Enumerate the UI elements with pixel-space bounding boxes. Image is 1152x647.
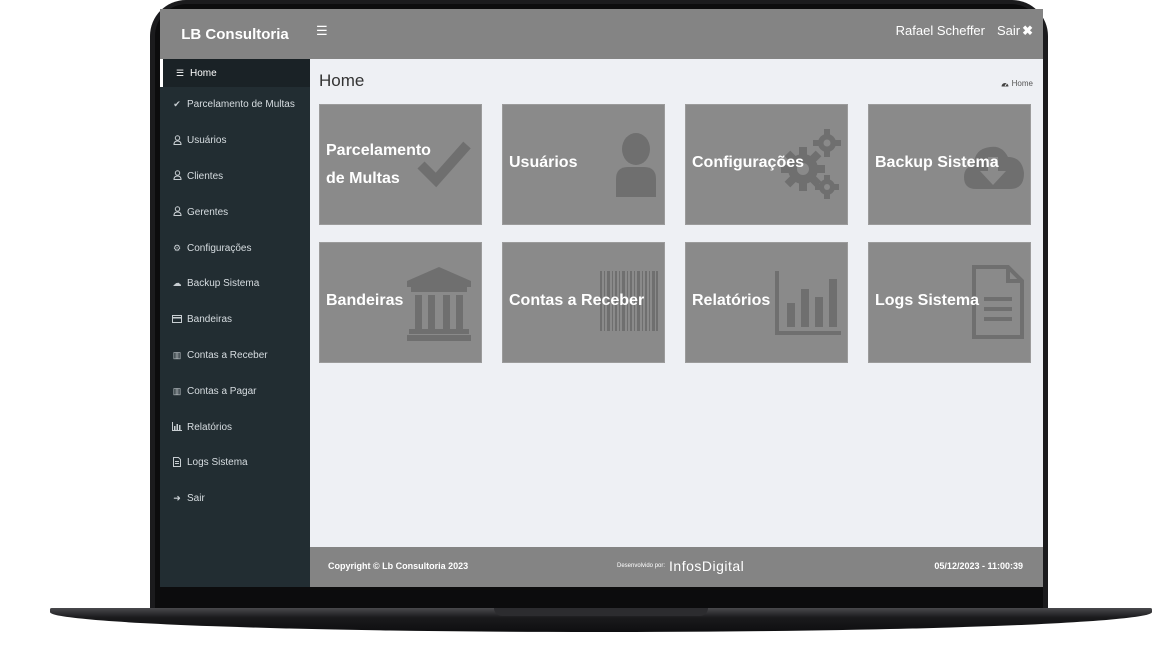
barcode-icon: ▥ — [172, 385, 182, 396]
developer-logo[interactable]: InfosDigital — [669, 558, 744, 574]
dashboard-icon — [1001, 83, 1009, 87]
tile-label: Parcelamento de Multas — [326, 137, 431, 193]
barcode-icon: ▥ — [172, 349, 182, 360]
close-icon: ✖ — [1022, 23, 1033, 38]
tile-label: Backup Sistema — [875, 154, 999, 171]
tile-label: Logs Sistema — [875, 292, 980, 309]
sidebar-item-label: Parcelamento de Multas — [187, 99, 295, 111]
cloud-download-icon: ☁ — [172, 278, 182, 289]
sidebar-item-contas-pagar[interactable]: ▥ Contas a Pagar — [160, 373, 310, 409]
sidebar-item-label: Configurações — [187, 242, 252, 254]
sidebar-item-contas-receber[interactable]: ▥ Contas a Receber — [160, 338, 310, 374]
tile-usuarios[interactable]: Usuários — [502, 104, 665, 225]
tile-label: Usuários — [509, 154, 578, 171]
sidebar-item-label: Sair — [187, 493, 205, 505]
logout-label: Sair — [996, 23, 1021, 38]
datetime: 05/12/2023 - 11:00:39 — [934, 561, 1023, 571]
tile-configuracoes[interactable]: Configurações — [685, 104, 848, 225]
sidebar-item-label: Contas a Receber — [187, 349, 268, 361]
sidebar-item-label: Bandeiras — [187, 314, 233, 326]
sidebar-item-sair[interactable]: ➜ Sair — [160, 481, 310, 517]
sidebar: ☰ Home ✔ Parcelamento de Multas Usuários… — [160, 59, 310, 587]
credit-card-icon — [172, 314, 182, 325]
sign-out-icon: ➜ — [173, 493, 181, 504]
copyright-text: Copyright © Lb Consultoria 2023 — [328, 561, 469, 571]
user-icon — [172, 170, 182, 182]
tile-label-line1: Parcelamento — [326, 142, 431, 159]
tile-logs-sistema[interactable]: Logs Sistema — [868, 242, 1031, 363]
tile-relatorios[interactable]: Relatórios — [685, 242, 848, 363]
app-screen: LB Consultoria ☰ Rafael Scheffer Sair ✖ ☰… — [160, 9, 1043, 587]
sidebar-item-clientes[interactable]: Clientes — [160, 159, 310, 195]
tile-bandeiras[interactable]: Bandeiras — [319, 242, 482, 363]
user-name[interactable]: Rafael Scheffer — [896, 23, 985, 38]
user-icon — [172, 134, 182, 147]
user-icon — [616, 133, 656, 197]
sidebar-item-gerentes[interactable]: Gerentes — [160, 194, 310, 230]
sidebar-item-home[interactable]: ☰ Home — [160, 59, 310, 87]
user-icon — [172, 206, 182, 218]
breadcrumb-home-link[interactable]: Home — [1012, 79, 1033, 88]
brand-logo[interactable]: LB Consultoria — [160, 9, 310, 59]
breadcrumb: Home — [1001, 79, 1033, 88]
sidebar-item-label: Home — [190, 67, 217, 79]
sidebar-item-label: Backup Sistema — [187, 278, 260, 290]
tile-backup-sistema[interactable]: Backup Sistema — [868, 104, 1031, 225]
sidebar-item-logs[interactable]: Logs Sistema — [160, 445, 310, 481]
file-text-icon — [972, 265, 1024, 339]
sidebar-item-label: Logs Sistema — [187, 457, 248, 469]
tile-label: Contas a Receber — [509, 292, 645, 309]
logout-button[interactable]: Sair ✖ — [997, 23, 1033, 39]
bars-icon: ☰ — [175, 67, 185, 78]
bar-chart-icon — [775, 271, 841, 335]
sidebar-item-backup[interactable]: ☁ Backup Sistema — [160, 266, 310, 302]
cogs-icon: ⚙ — [172, 242, 182, 253]
sidebar-item-label: Relatórios — [187, 421, 233, 433]
sidebar-item-label: Gerentes — [187, 206, 229, 218]
bar-chart-icon — [172, 421, 182, 433]
tile-label: Relatórios — [692, 292, 771, 309]
footer: Copyright © Lb Consultoria 2023 Desenvol… — [310, 547, 1043, 587]
tile-label-line2: de Multas — [326, 170, 400, 187]
developed-by-label: Desenvolvido por: — [617, 563, 666, 569]
tile-label: Configurações — [692, 154, 805, 171]
bank-icon — [407, 267, 471, 341]
developer-credit: Desenvolvido por: InfosDigital — [617, 558, 744, 574]
sidebar-item-parcelamento[interactable]: ✔ Parcelamento de Multas — [160, 87, 310, 123]
sidebar-item-usuarios[interactable]: Usuários — [160, 123, 310, 159]
sidebar-item-label: Contas a Pagar — [187, 385, 257, 397]
sidebar-item-label: Usuários — [187, 135, 227, 147]
page-title: Home — [319, 71, 365, 90]
top-navbar: LB Consultoria ☰ Rafael Scheffer Sair ✖ — [160, 9, 1043, 59]
laptop-notch — [494, 608, 708, 616]
tile-parcelamento-multas[interactable]: Parcelamento de Multas — [319, 104, 482, 225]
menu-toggle-icon[interactable]: ☰ — [316, 23, 328, 39]
sidebar-item-relatorios[interactable]: Relatórios — [160, 409, 310, 445]
sidebar-item-bandeiras[interactable]: Bandeiras — [160, 302, 310, 338]
file-text-icon — [172, 456, 182, 469]
check-icon: ✔ — [173, 99, 181, 110]
tile-contas-receber[interactable]: Contas a Receber — [502, 242, 665, 363]
tile-label: Bandeiras — [326, 292, 404, 309]
main-content: Home Home Parcelamento de Multas Usuário… — [310, 59, 1043, 547]
sidebar-item-configuracoes[interactable]: ⚙ Configurações — [160, 230, 310, 266]
sidebar-item-label: Clientes — [187, 170, 224, 182]
